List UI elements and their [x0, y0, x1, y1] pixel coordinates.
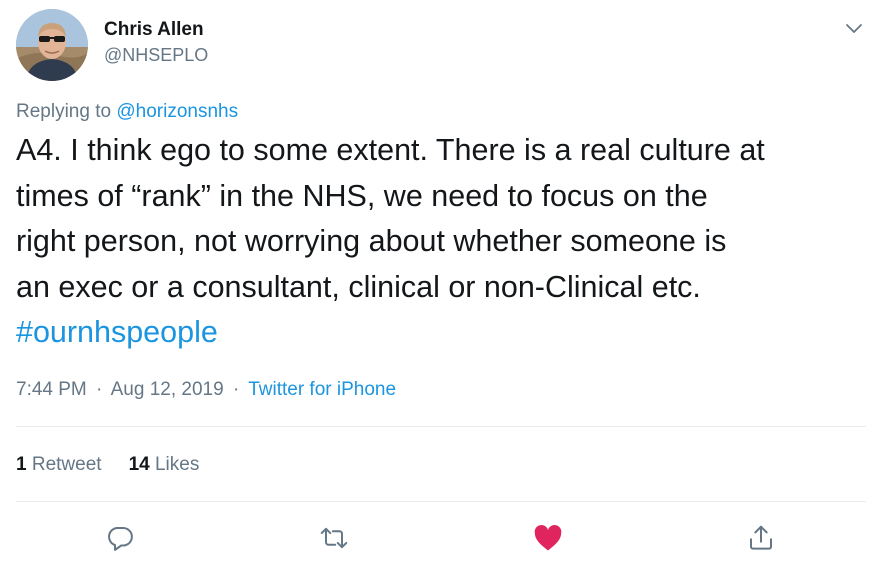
heart-icon	[534, 525, 562, 551]
tweet-text: A4. I think ego to some extent. There is…	[16, 128, 868, 356]
tweet-stats: 1 Retweet 14 Likes	[16, 451, 199, 479]
likes-count: 14	[128, 454, 150, 475]
share-button[interactable]	[744, 521, 778, 555]
retweets-count: 1	[16, 454, 27, 475]
hashtag-link[interactable]: #ournhspeople	[16, 315, 218, 349]
replying-to: Replying to @horizonsnhs	[16, 100, 238, 124]
likes-label: Likes	[154, 454, 200, 475]
avatar[interactable]	[16, 9, 88, 81]
retweets-stat[interactable]: 1 Retweet	[16, 454, 102, 475]
tweet-card: Chris Allen @NHSEPLO Replying to @horizo…	[0, 0, 878, 570]
likes-stat[interactable]: 14 Likes	[129, 454, 200, 475]
retweet-icon	[320, 527, 348, 549]
more-options-button[interactable]	[843, 17, 865, 39]
reply-icon	[108, 527, 133, 551]
replying-to-label: Replying to	[16, 101, 117, 122]
tweet-body: A4. I think ego to some extent. There is…	[16, 133, 765, 304]
tweet-time[interactable]: 7:44 PM	[16, 379, 87, 400]
retweets-label: Retweet	[31, 454, 102, 475]
author-display-name[interactable]: Chris Allen	[104, 18, 208, 42]
divider	[16, 426, 866, 427]
reply-button[interactable]	[103, 521, 137, 555]
meta-separator: ·	[96, 379, 103, 400]
avatar-photo	[16, 9, 88, 81]
share-icon	[750, 525, 772, 550]
divider	[16, 501, 866, 502]
meta-separator: ·	[232, 379, 240, 400]
retweet-button[interactable]	[317, 521, 351, 555]
chevron-down-icon	[846, 24, 862, 33]
author-handle[interactable]: @NHSEPLO	[104, 43, 208, 67]
tweet-source-link[interactable]: Twitter for iPhone	[248, 379, 396, 400]
tweet-meta: 7:44 PM · Aug 12, 2019 · Twitter for iPh…	[16, 376, 396, 404]
tweet-date[interactable]: Aug 12, 2019	[111, 379, 224, 400]
author-info: Chris Allen @NHSEPLO	[104, 18, 208, 67]
like-button[interactable]	[531, 521, 565, 555]
replying-to-link[interactable]: @horizonsnhs	[116, 101, 238, 122]
